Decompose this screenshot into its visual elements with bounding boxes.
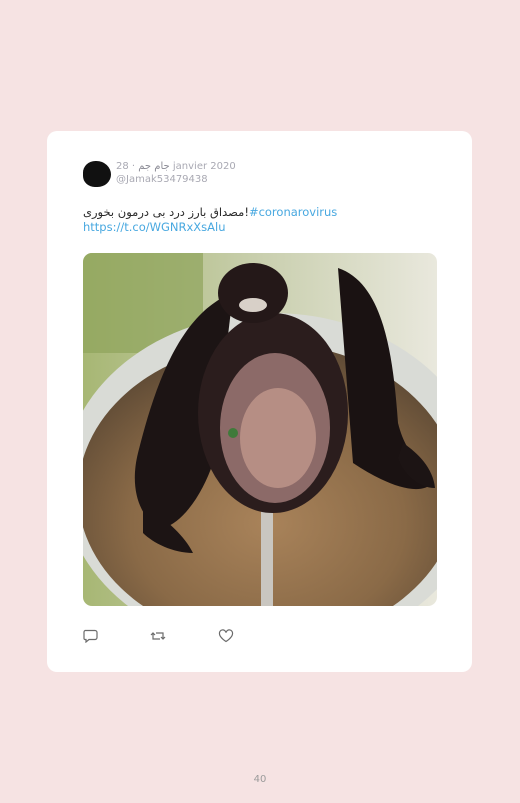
tweet-text: مصداق بارز درد بی درمون بخوری! [83, 205, 249, 219]
author-name[interactable]: جام جم [138, 161, 169, 172]
tweet-meta: جام جم · 28 janvier 2020 @Jamak53479438 [116, 160, 236, 186]
hashtag-link[interactable]: #coronarovirus [249, 205, 337, 219]
tweet-body: مصداق بارز درد بی درمون بخوری!#coronarov… [83, 205, 443, 235]
tweet-date[interactable]: · 28 janvier 2020 [116, 161, 236, 172]
avatar[interactable] [83, 161, 111, 187]
bat-soup-image [83, 253, 437, 606]
reply-icon[interactable] [83, 628, 99, 644]
tweet-card: جام جم · 28 janvier 2020 @Jamak53479438 … [47, 131, 472, 672]
tweet-photo[interactable] [83, 253, 437, 606]
author-handle[interactable]: @Jamak53479438 [116, 173, 236, 186]
page-number: 40 [253, 774, 267, 785]
retweet-icon[interactable] [150, 628, 166, 642]
tweet-url[interactable]: https://t.co/WGNRxXsAlu [83, 220, 226, 234]
heart-icon[interactable] [218, 628, 234, 643]
